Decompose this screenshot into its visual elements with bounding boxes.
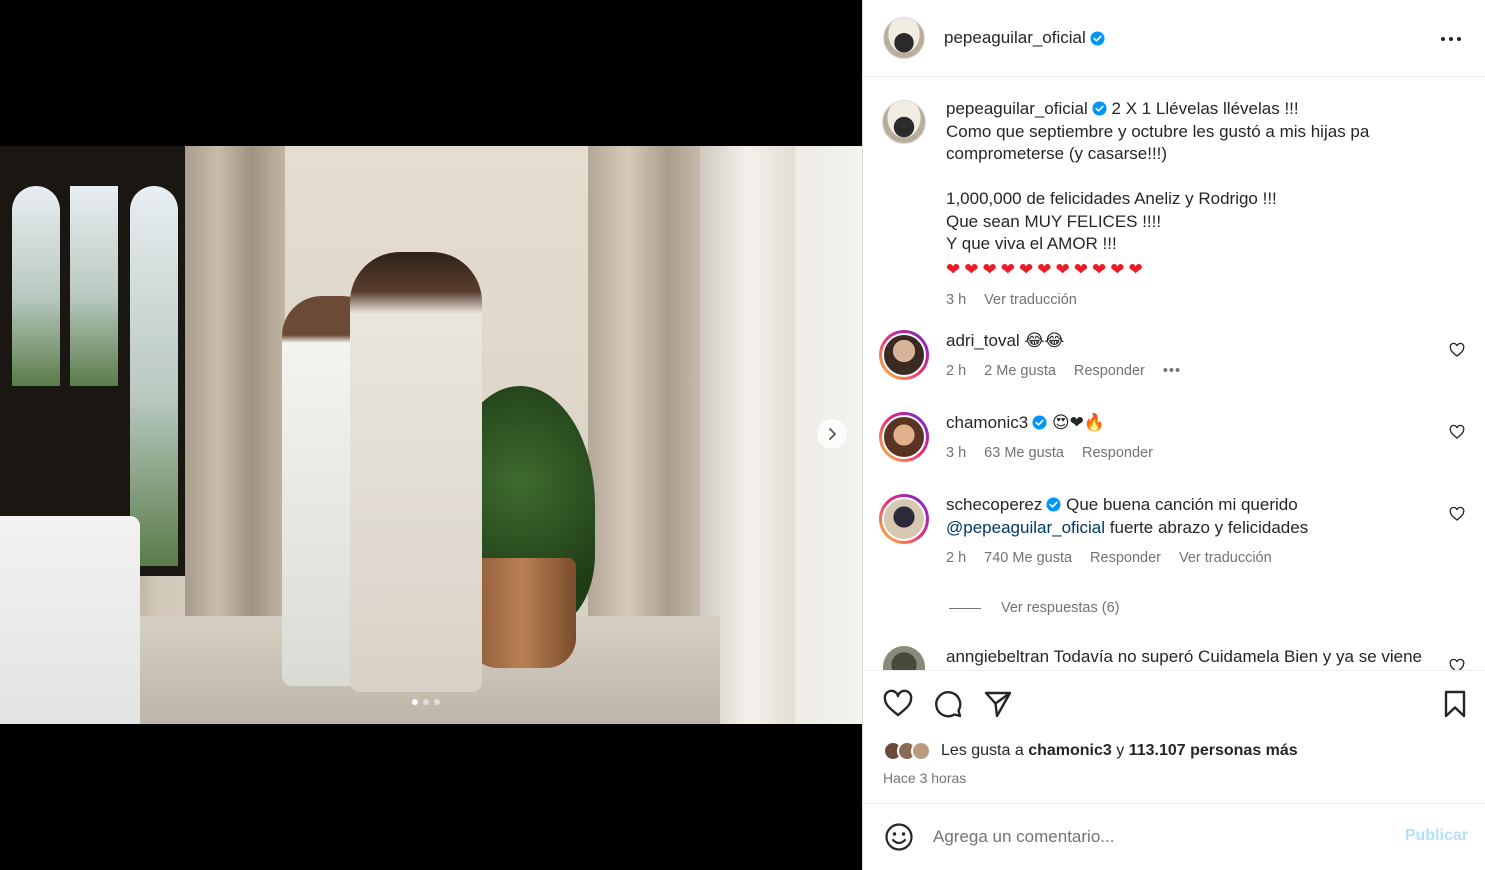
likes-text: Les gusta a chamonic3 y 113.107 personas… xyxy=(941,742,1298,760)
publish-button[interactable]: Publicar xyxy=(1405,827,1468,845)
comment-text: 😍❤🔥 xyxy=(1051,413,1106,432)
likes-summary: Les gusta a chamonic3 y 113.107 personas… xyxy=(883,741,1298,761)
mention-link[interactable]: @pepeaguilar_oficial xyxy=(946,518,1105,537)
comment-like-heart-icon[interactable] xyxy=(1449,424,1465,440)
caption-meta: 3 h Ver traducción xyxy=(946,289,1436,312)
author-username[interactable]: pepeaguilar_oficial xyxy=(944,28,1086,48)
comment-text: 😂😂 xyxy=(1024,331,1065,350)
comment-body: adri_toval 😂😂 2 h 2 Me gusta Responder •… xyxy=(946,330,1436,382)
caption-username[interactable]: pepeaguilar_oficial xyxy=(946,99,1088,118)
post-timestamp[interactable]: Hace 3 horas xyxy=(883,770,966,786)
comment-input[interactable] xyxy=(933,824,1383,850)
see-translation-link[interactable]: Ver traducción xyxy=(1179,547,1272,570)
caption-line xyxy=(946,166,1436,189)
verified-badge-icon xyxy=(1032,415,1047,430)
commenter-username[interactable]: anngiebeltran xyxy=(946,647,1049,666)
carousel-dot xyxy=(434,699,440,705)
photo-curtain-right xyxy=(588,146,708,666)
carousel-dots xyxy=(412,699,440,705)
chevron-right-icon xyxy=(829,428,836,440)
commenter-username[interactable]: schecoperez xyxy=(946,495,1042,514)
reply-button[interactable]: Responder xyxy=(1074,360,1145,383)
likes-prefix: Les gusta a xyxy=(941,742,1024,759)
view-replies-button[interactable]: Ver respuestas (6) xyxy=(949,600,1119,616)
comment-body: chamonic3 😍❤🔥 3 h 63 Me gusta Responder xyxy=(946,412,1436,464)
caption-body: pepeaguilar_oficial 2 X 1 Llévelas lléve… xyxy=(946,98,1436,311)
share-send-icon[interactable] xyxy=(982,688,1014,720)
post-media xyxy=(0,0,862,870)
post-actions: Les gusta a chamonic3 y 113.107 personas… xyxy=(863,670,1485,804)
likes-conj: y xyxy=(1116,742,1125,759)
caption-line: Que sean MUY FELICES !!!! xyxy=(946,211,1162,231)
post-header: pepeaguilar_oficial xyxy=(863,0,1485,77)
like-heart-icon[interactable] xyxy=(882,688,914,720)
post-photo[interactable] xyxy=(0,146,862,724)
comment-body: anngiebeltran Todavía no superó Cuidamel… xyxy=(946,646,1436,669)
comments-list[interactable]: pepeaguilar_oficial 2 X 1 Llévelas lléve… xyxy=(863,78,1485,670)
reply-button[interactable]: Responder xyxy=(1082,442,1153,465)
more-options-button[interactable] xyxy=(1438,26,1464,52)
caption-avatar[interactable] xyxy=(882,100,926,144)
reply-button[interactable]: Responder xyxy=(1090,547,1161,570)
comment-time[interactable]: 2 h xyxy=(946,360,966,383)
post-sidebar: pepeaguilar_oficial pepeaguilar_oficial … xyxy=(862,0,1485,870)
carousel-dot-active xyxy=(412,699,418,705)
comment-text-continued: fuerte abrazo y felicidades xyxy=(1109,517,1309,537)
comment-text: Que buena canción mi querido xyxy=(1066,495,1298,514)
caption-text-first: 2 X 1 Llévelas llévelas !!! xyxy=(1111,99,1299,118)
replies-divider xyxy=(949,607,981,609)
caption-line: Como que septiembre y octubre les gustó … xyxy=(946,121,1370,141)
liker-avatar[interactable] xyxy=(911,741,931,761)
emoji-smiley-icon[interactable] xyxy=(883,821,915,853)
caption-time[interactable]: 3 h xyxy=(946,289,966,312)
commenter-avatar[interactable] xyxy=(883,646,925,670)
verified-badge-icon xyxy=(1090,30,1105,46)
comment-meta: 3 h 63 Me gusta Responder xyxy=(946,442,1436,465)
comment-text: Todavía no superó Cuidamela Bien y ya se… xyxy=(1053,647,1423,666)
caption-hearts: ❤❤❤❤❤❤❤❤❤❤❤ xyxy=(946,259,1436,281)
verified-badge-icon xyxy=(1046,497,1061,512)
comment-time[interactable]: 3 h xyxy=(946,442,966,465)
comment-likes-count[interactable]: 740 Me gusta xyxy=(984,547,1072,570)
comment-time[interactable]: 2 h xyxy=(946,547,966,570)
caption-hearts-emoji: ❤❤❤❤❤❤❤❤❤❤❤ xyxy=(946,259,1147,279)
save-bookmark-icon[interactable] xyxy=(1439,688,1471,720)
comment-like-heart-icon[interactable] xyxy=(1449,658,1465,670)
commenter-avatar[interactable] xyxy=(879,494,929,544)
comment-body: schecoperez Que buena canción mi querido… xyxy=(946,494,1436,570)
carousel-dot xyxy=(423,699,429,705)
commenter-username[interactable]: adri_toval xyxy=(946,331,1020,350)
comment-likes-count[interactable]: 2 Me gusta xyxy=(984,360,1056,383)
photo-curtain-left xyxy=(185,146,285,646)
carousel-next-button[interactable] xyxy=(817,419,847,449)
comment-bubble-icon[interactable] xyxy=(932,688,964,720)
author-avatar[interactable] xyxy=(883,17,925,59)
comment-meta: 2 h 740 Me gusta Responder Ver traducció… xyxy=(946,547,1436,570)
comment-likes-count[interactable]: 63 Me gusta xyxy=(984,442,1064,465)
commenter-username[interactable]: chamonic3 xyxy=(946,413,1028,432)
comment-like-heart-icon[interactable] xyxy=(1449,506,1465,522)
view-replies-label: Ver respuestas (6) xyxy=(1001,600,1120,616)
photo-table xyxy=(0,516,140,724)
see-translation-link[interactable]: Ver traducción xyxy=(984,289,1077,312)
photo-pot xyxy=(468,558,576,668)
likes-first-user[interactable]: chamonic3 xyxy=(1028,742,1112,759)
photo-man xyxy=(350,252,482,692)
comment-meta: 2 h 2 Me gusta Responder ••• xyxy=(946,360,1436,383)
caption-line: 1,000,000 de felicidades Aneliz y Rodrig… xyxy=(946,189,1277,208)
caption-line: comprometerse (y casarse!!!) xyxy=(946,144,1168,163)
caption-line: Y que viva el AMOR !!! xyxy=(946,234,1117,253)
likes-others-link[interactable]: 113.107 personas más xyxy=(1129,742,1298,759)
photo-window-arch xyxy=(0,146,185,576)
verified-badge-icon xyxy=(1092,101,1107,116)
add-comment-bar: Publicar xyxy=(863,804,1485,870)
comment-more-button[interactable]: ••• xyxy=(1163,360,1181,383)
commenter-avatar[interactable] xyxy=(879,330,929,380)
comment-like-heart-icon[interactable] xyxy=(1449,342,1465,358)
commenter-avatar[interactable] xyxy=(879,412,929,462)
ellipsis-icon xyxy=(1441,37,1461,41)
